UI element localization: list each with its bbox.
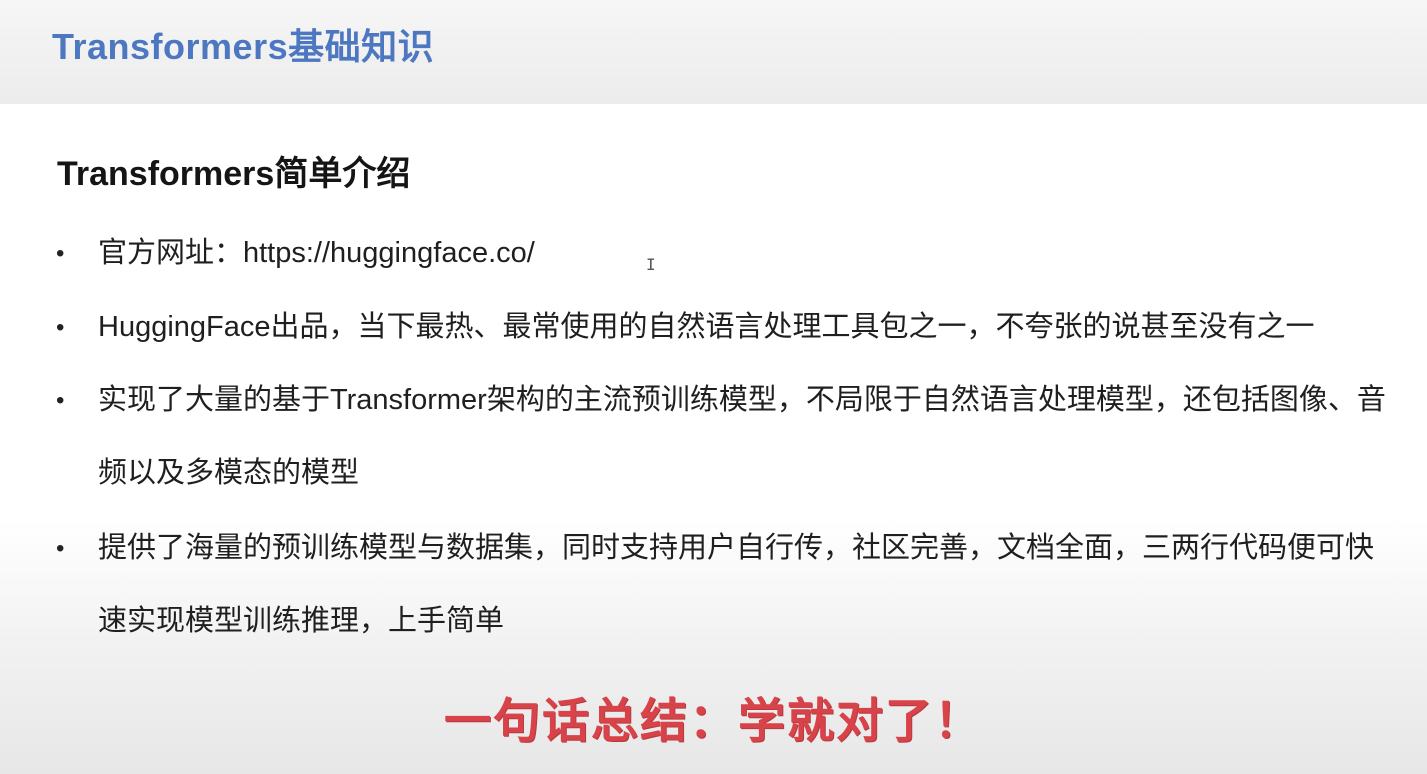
bullet-text: 提供了海量的预训练模型与数据集，同时支持用户自行传，社区完善，文档全面，三两行代…	[98, 532, 1375, 637]
bullet-text: 官方网址：https://huggingface.co/	[98, 237, 535, 269]
video-caption: 一句话总结：学就对了！	[444, 694, 983, 749]
bullet-dot: •	[56, 387, 65, 414]
bullet-text: 实现了大量的基于Transformer架构的主流预训练模型，不局限于自然语言处理…	[98, 384, 1386, 489]
bullet-item-pretrained-models: • 实现了大量的基于Transformer架构的主流预训练模型，不局限于自然语言…	[56, 383, 1396, 510]
bullet-dot: •	[56, 240, 65, 267]
bullet-item-official-site: • 官方网址：https://huggingface.co/	[56, 236, 1396, 290]
bullet-dot: •	[56, 314, 65, 341]
slide-title: Transformers基础知识	[52, 26, 435, 67]
bullet-item-huggingface-product: • HuggingFace出品，当下最热、最常使用的自然语言处理工具包之一，不夸…	[56, 310, 1396, 364]
bullet-dot: •	[56, 535, 65, 562]
bullet-item-datasets-community: • 提供了海量的预训练模型与数据集，同时支持用户自行传，社区完善，文档全面，三两…	[56, 531, 1396, 658]
bullet-text: HuggingFace出品，当下最热、最常使用的自然语言处理工具包之一，不夸张的…	[98, 311, 1315, 343]
text-cursor-icon: I	[646, 255, 656, 274]
section-heading: Transformers简单介绍	[57, 155, 411, 193]
slide-header: Transformers基础知识	[0, 0, 1427, 104]
